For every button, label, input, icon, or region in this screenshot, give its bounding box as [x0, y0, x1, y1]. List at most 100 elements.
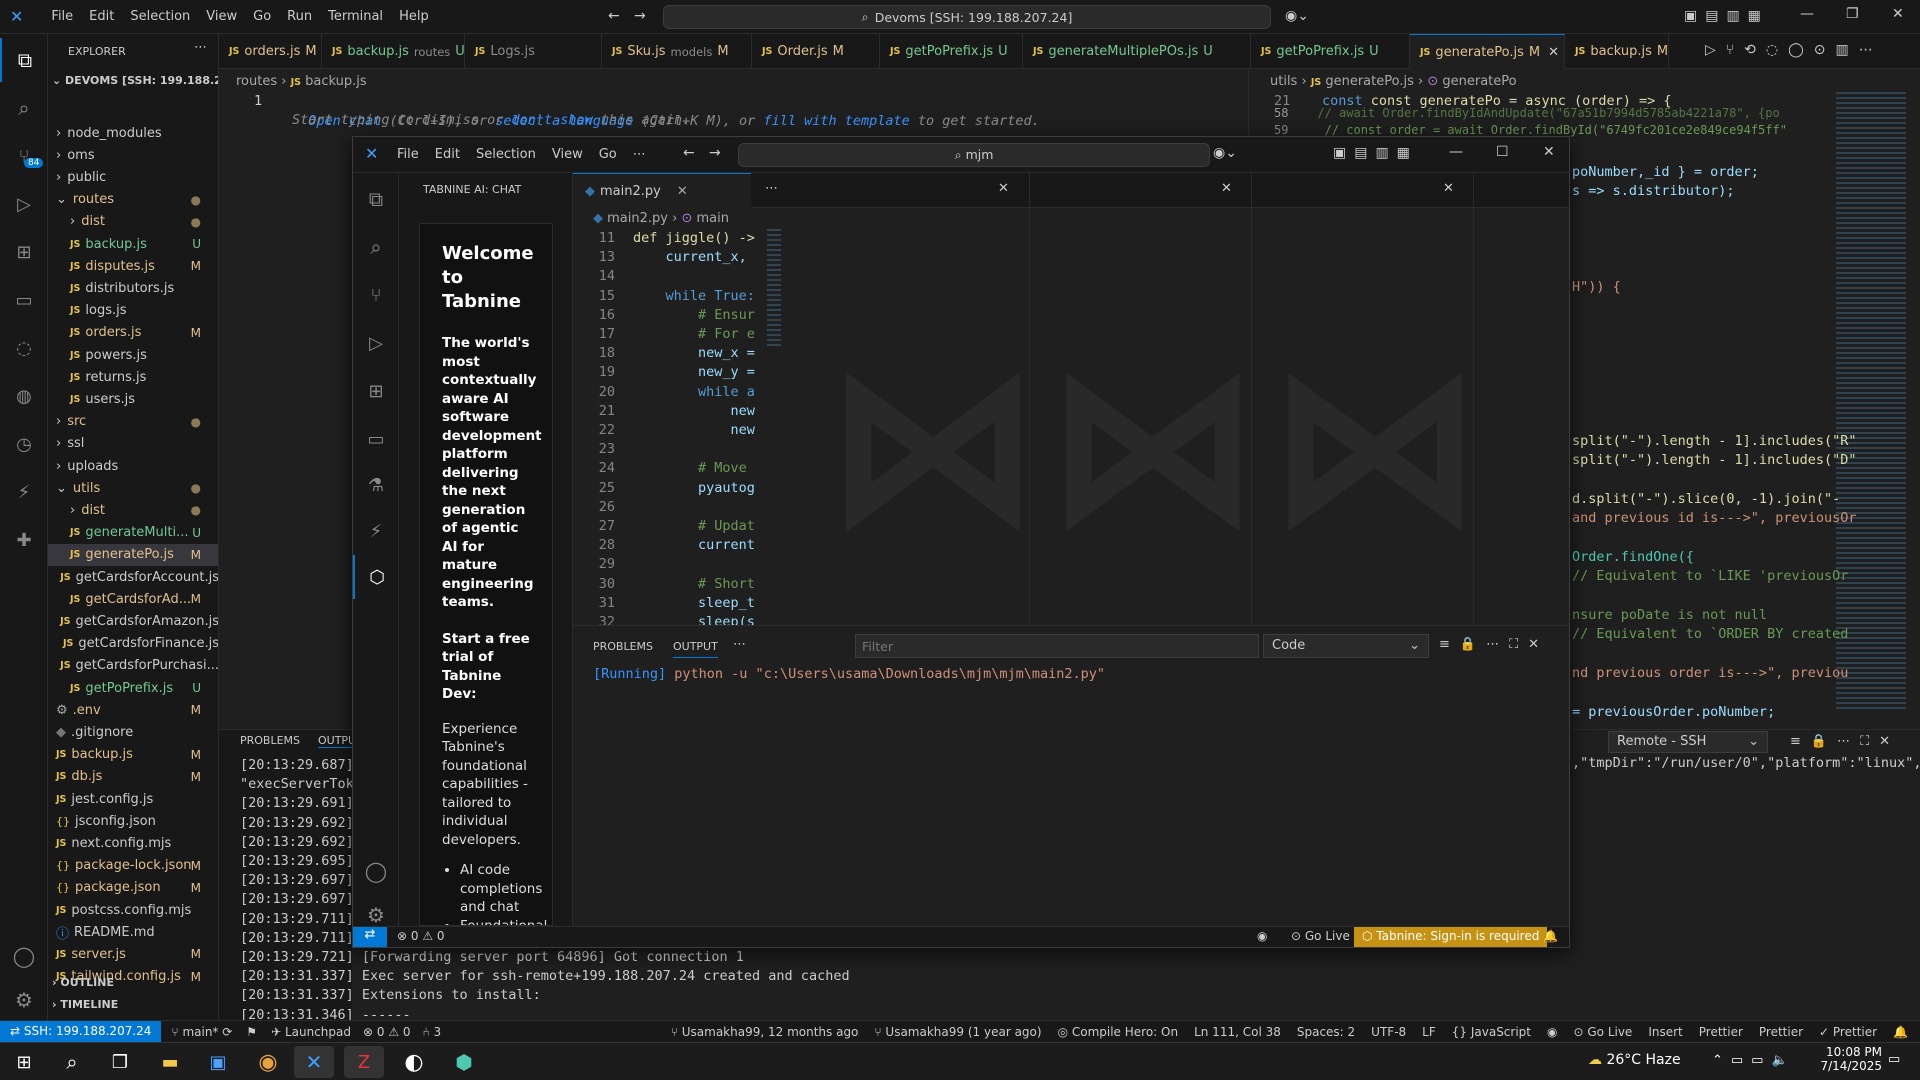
- blame-status[interactable]: ⑂ Usamakha99, 12 months ago: [671, 1025, 859, 1039]
- editor-tab[interactable]: JS orders.js M: [219, 34, 322, 69]
- tree-item[interactable]: JS returns.js: [48, 366, 218, 388]
- prettier-status[interactable]: ✓ Prettier: [1819, 1025, 1877, 1039]
- menu-go[interactable]: Go: [245, 9, 279, 24]
- panel-actions[interactable]: ≡🔒⋯⛶✕: [1790, 734, 1900, 749]
- more-actions-icon[interactable]: ⋯: [765, 181, 778, 196]
- back-arrow-icon[interactable]: ←: [608, 8, 620, 24]
- clock[interactable]: 10:08 PM 7/14/2025: [1812, 1045, 1882, 1073]
- search-icon[interactable]: ⌕: [353, 225, 399, 269]
- launchpad-status[interactable]: ✈ Launchpad: [271, 1025, 351, 1039]
- tree-item[interactable]: JS backup.js U: [48, 233, 218, 255]
- cursor-position[interactable]: Ln 111, Col 38: [1194, 1025, 1281, 1039]
- copilot-icon[interactable]: ◉⌄: [1213, 145, 1237, 161]
- encoding[interactable]: UTF-8: [1371, 1025, 1406, 1039]
- minimap[interactable]: [1836, 92, 1906, 712]
- remote-explorer-icon[interactable]: ▭: [353, 417, 399, 461]
- tree-item[interactable]: ⌄ routes ●: [48, 189, 218, 211]
- tree-item[interactable]: JS postcss.config.mjs: [48, 899, 218, 921]
- tree-item[interactable]: › ssl: [48, 433, 218, 455]
- front-more-icon[interactable]: ⋯: [625, 147, 654, 162]
- command-center[interactable]: ⌕ Devoms [SSH: 199.188.207.24]: [663, 5, 1271, 29]
- python-icon[interactable]: ✚: [0, 518, 48, 562]
- notification-bell-icon[interactable]: 🔔: [1543, 929, 1558, 943]
- editor-tab[interactable]: JS generateMultiplePOs.js U: [1023, 34, 1251, 69]
- tree-item[interactable]: JS getCardsforAccount.js: [48, 566, 218, 588]
- close-tab-icon[interactable]: ✕: [1548, 45, 1559, 60]
- tree-item[interactable]: JS powers.js: [48, 344, 218, 366]
- front-command-center[interactable]: ⌕ mjm: [738, 143, 1210, 167]
- fill-template-link[interactable]: fill with template: [763, 113, 909, 129]
- remote-explorer-icon[interactable]: ▭: [0, 278, 48, 322]
- left-breadcrumb[interactable]: routes › JS backup.js: [236, 74, 367, 89]
- tree-item[interactable]: JS logs.js: [48, 300, 218, 322]
- app-icon[interactable]: ◐: [394, 1046, 434, 1078]
- output-channel-dropdown[interactable]: Code ⌄: [1263, 634, 1429, 658]
- layout-icons[interactable]: ▣▤▥▦: [1333, 145, 1418, 161]
- app-icon-2[interactable]: ⬢: [444, 1046, 484, 1078]
- front-menu-view[interactable]: View: [544, 147, 591, 162]
- notification-bell-icon[interactable]: 🔔: [1893, 1025, 1908, 1039]
- tab-main2-py[interactable]: ◆ main2.py ✕: [573, 173, 751, 208]
- minimize-button[interactable]: —: [1800, 6, 1814, 22]
- front-problems-status[interactable]: ⊗ 0 ⚠ 0: [397, 929, 445, 943]
- extensions-icon[interactable]: ⊞: [353, 369, 399, 413]
- tree-item[interactable]: ⓘ README.md: [48, 921, 218, 943]
- menu-selection[interactable]: Selection: [122, 9, 198, 24]
- run-debug-icon[interactable]: ▷: [353, 321, 399, 365]
- dont-show-link[interactable]: don't show: [511, 112, 592, 128]
- front-menu-selection[interactable]: Selection: [468, 147, 544, 162]
- copilot-icon[interactable]: ◉⌄: [1285, 8, 1309, 24]
- remote-indicator-icon[interactable]: ⇄: [353, 927, 387, 947]
- problems-status[interactable]: ⊗ 0 ⚠ 0: [363, 1025, 411, 1039]
- editor-actions[interactable]: ▷⑂⟲◌◯⊙▥⋯: [1705, 42, 1883, 58]
- close-button[interactable]: ✕: [1543, 144, 1555, 160]
- forward-arrow-icon[interactable]: →: [634, 8, 646, 24]
- tree-item[interactable]: JS server.js M: [48, 943, 218, 965]
- front-menu-file[interactable]: File: [389, 147, 427, 162]
- gear-icon[interactable]: ⚙: [0, 978, 48, 1022]
- store-icon[interactable]: ▣: [198, 1046, 238, 1078]
- vscode-taskbar-icon[interactable]: ✕: [294, 1046, 334, 1078]
- timeline-section[interactable]: › TIMELINE: [52, 998, 118, 1011]
- tree-item[interactable]: JS getPoPrefix.js U: [48, 677, 218, 699]
- close-button[interactable]: ✕: [1892, 6, 1904, 22]
- close-group-icon[interactable]: ✕: [1443, 181, 1454, 196]
- remote-status[interactable]: ⇄ SSH: 199.188.207.24: [0, 1020, 162, 1043]
- run-debug-icon[interactable]: ▷: [0, 182, 48, 226]
- taskbar-search-icon[interactable]: ⌕: [52, 1046, 92, 1078]
- restore-button[interactable]: ❐: [1846, 6, 1859, 22]
- tabnine-icon[interactable]: ⬡: [353, 555, 399, 599]
- panel-tab-problems[interactable]: PROBLEMS: [240, 734, 300, 747]
- notification-center-icon[interactable]: ▭: [1888, 1052, 1900, 1067]
- filezilla-icon[interactable]: Z: [344, 1046, 384, 1078]
- panel-actions[interactable]: ≡🔒⋯⛶✕: [1439, 637, 1549, 652]
- file-explorer-icon[interactable]: ▬: [150, 1046, 190, 1078]
- output-filter-input[interactable]: [855, 634, 1259, 658]
- prettier-status[interactable]: Prettier: [1759, 1025, 1803, 1039]
- copilot-status-icon[interactable]: ◉: [1547, 1025, 1557, 1039]
- prettier-status[interactable]: Prettier: [1699, 1025, 1743, 1039]
- tree-item[interactable]: › public: [48, 166, 218, 188]
- close-group-icon[interactable]: ✕: [998, 181, 1009, 196]
- testing-icon[interactable]: ⚗: [353, 463, 399, 507]
- search-icon[interactable]: ⌕: [0, 86, 48, 130]
- editor-tab[interactable]: JS Sku.js models M: [602, 34, 752, 69]
- tree-item[interactable]: JS distributors.js: [48, 277, 218, 299]
- tree-item[interactable]: › dist ●: [48, 211, 218, 233]
- sync-icon[interactable]: ⚑: [246, 1025, 257, 1039]
- tree-item[interactable]: ⚙ .env M: [48, 699, 218, 721]
- explorer-icon[interactable]: ⧉: [353, 177, 399, 221]
- indentation[interactable]: Spaces: 2: [1297, 1025, 1355, 1039]
- tree-item[interactable]: JS db.js M: [48, 766, 218, 788]
- tree-item[interactable]: JS getCardsforPurchasi...: [48, 655, 218, 677]
- minimap[interactable]: [767, 229, 781, 349]
- gitlens-icon[interactable]: ◌: [0, 326, 48, 370]
- chrome-icon[interactable]: ◉: [248, 1046, 288, 1078]
- account-icon[interactable]: ◯: [353, 849, 399, 893]
- tree-item[interactable]: JS generateMulti... U: [48, 522, 218, 544]
- editor-tab[interactable]: JS getPoPrefix.js U: [880, 34, 1023, 69]
- branch-status[interactable]: ⑂ main* ⟳: [171, 1025, 232, 1039]
- front-golive[interactable]: ⊙ Go Live: [1291, 929, 1350, 943]
- tree-item[interactable]: JS disputes.js M: [48, 255, 218, 277]
- editor-tab[interactable]: JS Logs.js: [465, 34, 602, 69]
